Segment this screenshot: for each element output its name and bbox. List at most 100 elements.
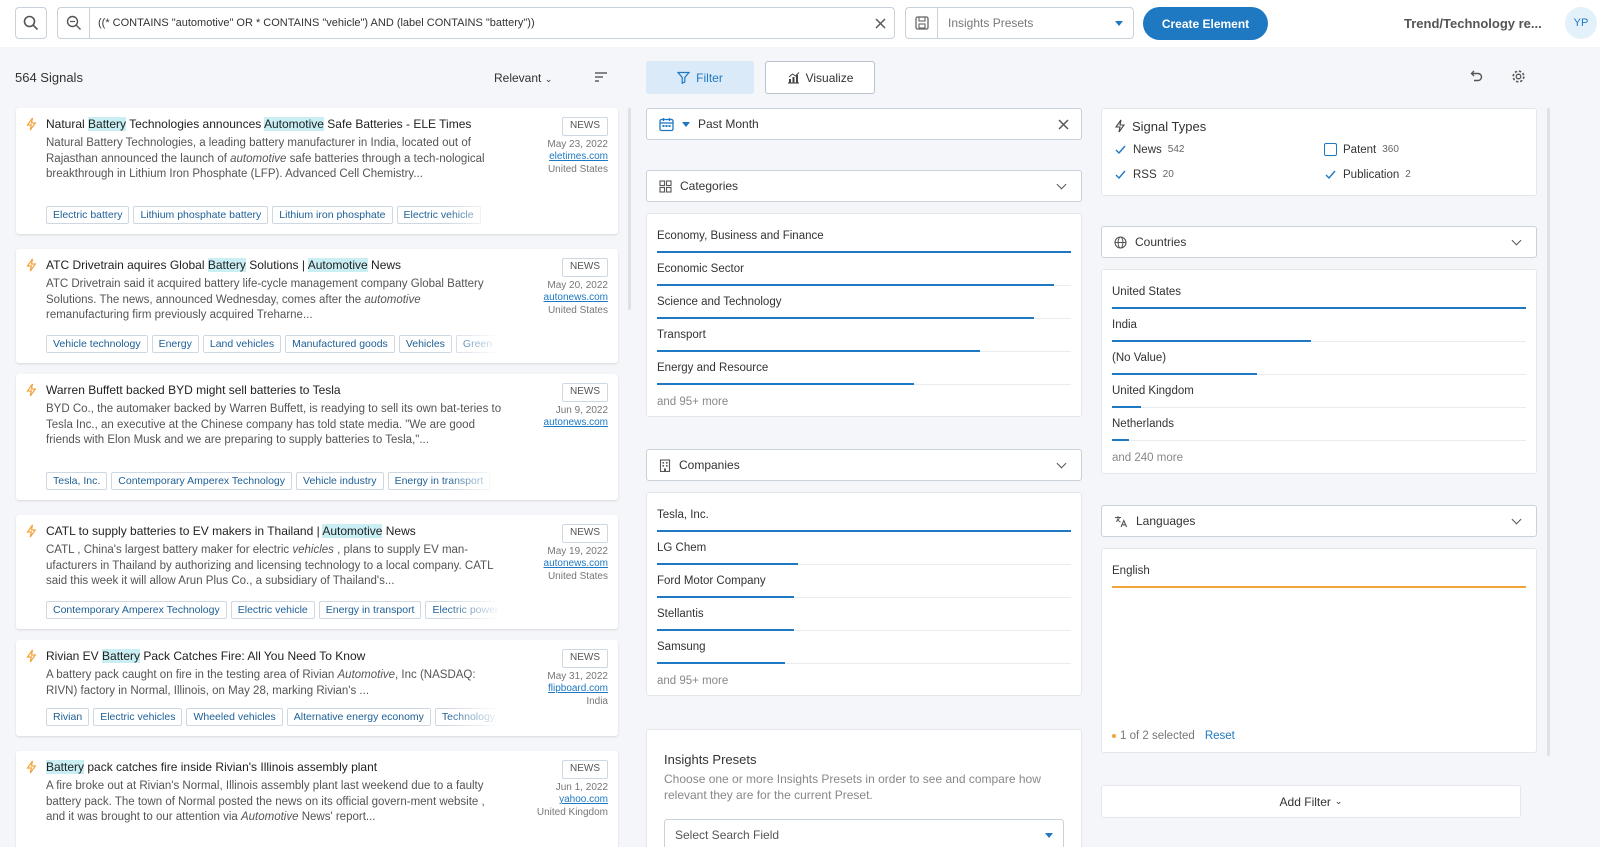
filter-tab[interactable]: Filter xyxy=(646,61,754,94)
companies-dropdown[interactable]: Companies xyxy=(646,449,1082,481)
tag-chip[interactable]: Vehicle technology xyxy=(46,335,148,353)
source-link[interactable]: autonews.com xyxy=(544,417,608,430)
tag-chip[interactable]: Energy xyxy=(151,335,199,353)
facet-more-link[interactable]: and 240 more xyxy=(1112,452,1183,464)
signal-card[interactable]: ATC Drivetrain aquires Global Battery So… xyxy=(16,249,618,363)
sort-dropdown[interactable]: Relevant ⌄ xyxy=(494,71,552,85)
facet-row[interactable]: United States xyxy=(1112,276,1526,309)
query-mode-button[interactable] xyxy=(57,7,89,39)
filter-scrollbar[interactable] xyxy=(1547,108,1550,756)
tag-chip[interactable]: Vehicle industry xyxy=(296,472,384,490)
facet-row[interactable]: Samsung xyxy=(657,631,1071,664)
save-preset-button[interactable] xyxy=(905,7,937,39)
source-link[interactable]: autonews.com xyxy=(544,558,608,571)
facet-row[interactable]: (No Value) xyxy=(1112,342,1526,375)
source-link[interactable]: eletimes.com xyxy=(547,151,608,164)
facet-row[interactable]: LG Chem xyxy=(657,532,1071,565)
facet-row[interactable]: Transport xyxy=(657,319,1071,352)
visualize-tab[interactable]: Visualize xyxy=(765,61,875,94)
checkbox[interactable] xyxy=(1324,143,1337,156)
date-range-field[interactable]: Past Month xyxy=(646,108,1082,140)
clear-query-button[interactable] xyxy=(866,9,894,37)
settings-button[interactable] xyxy=(1511,69,1526,84)
tag-chip[interactable]: Lithium iron phosphate xyxy=(272,206,393,224)
list-scrollbar[interactable] xyxy=(628,108,631,310)
facet-row[interactable]: India xyxy=(1112,309,1526,342)
categories-dropdown[interactable]: Categories xyxy=(646,170,1082,202)
tag-list: Rivian Electric vehicles Wheeled vehicles A… xyxy=(46,708,501,727)
query-text[interactable]: ((* CONTAINS "automotive" OR * CONTAINS … xyxy=(98,17,866,29)
tag-chip[interactable]: Electric battery xyxy=(46,206,130,224)
facet-row[interactable]: Tesla, Inc. xyxy=(657,499,1071,532)
tag-chip[interactable]: Vehicles xyxy=(398,335,452,353)
avatar[interactable]: YP xyxy=(1565,7,1597,39)
source-link[interactable]: autonews.com xyxy=(544,292,608,305)
checkmark-icon[interactable] xyxy=(1114,143,1127,156)
tag-chip[interactable]: Electric vehicle xyxy=(230,601,315,619)
countries-dropdown[interactable]: Countries xyxy=(1101,226,1537,258)
facet-row[interactable]: Economic Sector xyxy=(657,253,1071,286)
tag-chip[interactable]: Manufactured goods xyxy=(285,335,395,353)
tag-chip[interactable]: Energy in transport xyxy=(387,472,491,490)
signal-type-option[interactable]: News 542 xyxy=(1114,143,1184,156)
insights-presets-select[interactable]: Insights Presets xyxy=(937,7,1134,39)
signal-title[interactable]: CATL to supply batteries to EV makers in… xyxy=(46,524,506,538)
signal-date: Jun 1, 2022 xyxy=(555,781,608,793)
tag-chip[interactable]: Green xyxy=(455,335,500,353)
signal-type-option[interactable]: Patent 360 xyxy=(1324,143,1399,156)
tag-chip[interactable]: Alternative energy economy xyxy=(286,708,431,726)
checkmark-icon[interactable] xyxy=(1114,168,1127,181)
undo-button[interactable] xyxy=(1468,69,1483,84)
tag-chip[interactable]: Energy in transport xyxy=(318,601,422,619)
caret-down-icon[interactable] xyxy=(682,121,690,127)
tag-chip[interactable]: Technology xyxy=(434,708,501,726)
facet-row[interactable]: United Kingdom xyxy=(1112,375,1526,408)
query-input[interactable]: ((* CONTAINS "automotive" OR * CONTAINS … xyxy=(89,7,895,39)
signal-type-option[interactable]: Publication 2 xyxy=(1324,168,1411,181)
tag-list: Electric battery Lithium phosphate batter… xyxy=(46,206,501,225)
signal-card[interactable]: Rivian EV Battery Pack Catches Fire: All… xyxy=(16,640,618,736)
signal-title[interactable]: Battery pack catches fire inside Rivian'… xyxy=(46,760,506,774)
facet-row[interactable]: English xyxy=(1112,555,1526,588)
signal-title[interactable]: Warren Buffett backed BYD might sell bat… xyxy=(46,383,506,397)
tag-chip[interactable]: Wheeled vehicles xyxy=(186,708,283,726)
checkmark-icon[interactable] xyxy=(1324,168,1337,181)
signal-card[interactable]: Warren Buffett backed BYD might sell bat… xyxy=(16,374,618,500)
add-filter-button[interactable]: Add Filter ⌄ xyxy=(1101,785,1521,818)
facet-more-link[interactable]: and 95+ more xyxy=(657,675,728,687)
facet-row[interactable]: Science and Technology xyxy=(657,286,1071,319)
signal-card[interactable]: Battery pack catches fire inside Rivian'… xyxy=(16,751,618,847)
facet-row[interactable]: Stellantis xyxy=(657,598,1071,631)
search-button[interactable] xyxy=(15,7,47,39)
tag-chip[interactable]: Land vehicles xyxy=(202,335,282,353)
languages-dropdown[interactable]: Languages xyxy=(1101,505,1537,537)
tag-chip[interactable]: Contemporary Amperex Technology xyxy=(111,472,293,490)
facet-row[interactable]: Ford Motor Company xyxy=(657,565,1071,598)
source-link[interactable]: flipboard.com xyxy=(547,683,608,696)
facet-row[interactable]: Economy, Business and Finance xyxy=(657,220,1071,253)
sort-order-button[interactable] xyxy=(594,71,608,83)
close-icon[interactable] xyxy=(1058,119,1069,130)
tag-chip[interactable]: Lithium phosphate battery xyxy=(133,206,269,224)
signal-title[interactable]: Rivian EV Battery Pack Catches Fire: All… xyxy=(46,649,506,663)
tag-chip[interactable]: Electric vehicles xyxy=(93,708,183,726)
select-search-field[interactable]: Select Search Field xyxy=(664,819,1064,847)
tag-chip[interactable]: Electric vehicle xyxy=(396,206,481,224)
create-element-button[interactable]: Create Element xyxy=(1143,7,1268,40)
signal-title[interactable]: ATC Drivetrain aquires Global Battery So… xyxy=(46,258,506,272)
signal-card[interactable]: CATL to supply batteries to EV makers in… xyxy=(16,515,618,629)
signal-meta: NEWS May 20, 2022 autonews.com United State… xyxy=(544,258,608,317)
signal-card[interactable]: Natural Battery Technologies announces A… xyxy=(16,108,618,234)
facet-row[interactable]: Netherlands xyxy=(1112,408,1526,441)
signal-title[interactable]: Natural Battery Technologies announces A… xyxy=(46,117,506,131)
languages-reset-button[interactable]: Reset xyxy=(1205,730,1235,742)
tag-chip[interactable]: Contemporary Amperex Technology xyxy=(46,601,227,619)
tag-chip[interactable]: Tesla, Inc. xyxy=(46,472,108,490)
source-link[interactable]: yahoo.com xyxy=(537,794,608,807)
facet-row[interactable]: Energy and Resource xyxy=(657,352,1071,385)
tag-chip[interactable]: Electric power xyxy=(425,601,501,619)
tag-chip[interactable]: Rivian xyxy=(46,708,90,726)
signal-type-option[interactable]: RSS 20 xyxy=(1114,168,1174,181)
workspace-title[interactable]: Trend/Technology re... xyxy=(1404,16,1542,31)
facet-more-link[interactable]: and 95+ more xyxy=(657,396,728,408)
